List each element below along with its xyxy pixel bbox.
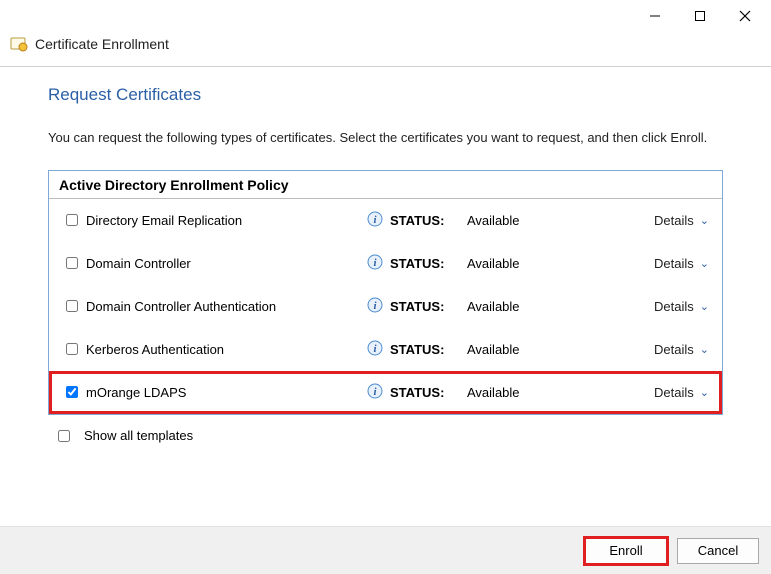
status-column: i STATUS: bbox=[366, 253, 461, 274]
enrollment-policy-box: Active Directory Enrollment Policy Direc… bbox=[48, 170, 723, 415]
cancel-button[interactable]: Cancel bbox=[677, 538, 759, 564]
chevron-down-icon: ⌄ bbox=[700, 257, 709, 270]
close-button[interactable] bbox=[722, 2, 767, 30]
details-label: Details bbox=[654, 213, 694, 228]
details-label: Details bbox=[654, 256, 694, 271]
certificate-name: Domain Controller bbox=[86, 256, 366, 271]
status-label: STATUS: bbox=[390, 342, 444, 357]
certificate-row[interactable]: Directory Email Replication i STATUS: Av… bbox=[49, 199, 722, 242]
details-toggle[interactable]: Details ⌄ bbox=[654, 299, 709, 314]
certificate-row[interactable]: Kerberos Authentication i STATUS: Availa… bbox=[49, 328, 722, 371]
minimize-button[interactable] bbox=[632, 2, 677, 30]
status-value: Available bbox=[461, 213, 654, 228]
details-label: Details bbox=[654, 385, 694, 400]
page-description: You can request the following types of c… bbox=[48, 129, 723, 148]
certificate-checkbox[interactable] bbox=[66, 257, 78, 269]
certificate-icon bbox=[10, 36, 28, 52]
page-title: Request Certificates bbox=[48, 85, 723, 105]
chevron-down-icon: ⌄ bbox=[700, 386, 709, 399]
details-label: Details bbox=[654, 299, 694, 314]
window-titlebar bbox=[0, 0, 771, 32]
info-icon: i bbox=[366, 339, 384, 360]
info-icon: i bbox=[366, 253, 384, 274]
status-column: i STATUS: bbox=[366, 382, 461, 403]
status-value: Available bbox=[461, 256, 654, 271]
details-toggle[interactable]: Details ⌄ bbox=[654, 256, 709, 271]
status-column: i STATUS: bbox=[366, 339, 461, 360]
status-label: STATUS: bbox=[390, 385, 444, 400]
status-value: Available bbox=[461, 299, 654, 314]
status-label: STATUS: bbox=[390, 213, 444, 228]
certificate-row[interactable]: Domain Controller i STATUS: Available De… bbox=[49, 242, 722, 285]
info-icon: i bbox=[366, 296, 384, 317]
info-icon: i bbox=[366, 382, 384, 403]
footer: Enroll Cancel bbox=[0, 526, 771, 574]
show-all-templates[interactable]: Show all templates bbox=[54, 427, 723, 445]
window-title: Certificate Enrollment bbox=[35, 36, 169, 52]
certificate-name: mOrange LDAPS bbox=[86, 385, 366, 400]
status-label: STATUS: bbox=[390, 256, 444, 271]
status-value: Available bbox=[461, 385, 654, 400]
policy-name: Active Directory Enrollment Policy bbox=[49, 171, 722, 199]
status-column: i STATUS: bbox=[366, 210, 461, 231]
details-toggle[interactable]: Details ⌄ bbox=[654, 385, 709, 400]
chevron-down-icon: ⌄ bbox=[700, 343, 709, 356]
certificate-row[interactable]: Domain Controller Authentication i STATU… bbox=[49, 285, 722, 328]
show-all-label: Show all templates bbox=[84, 428, 193, 443]
certificate-name: Directory Email Replication bbox=[86, 213, 366, 228]
details-toggle[interactable]: Details ⌄ bbox=[654, 342, 709, 357]
details-label: Details bbox=[654, 342, 694, 357]
maximize-button[interactable] bbox=[677, 2, 722, 30]
status-column: i STATUS: bbox=[366, 296, 461, 317]
status-label: STATUS: bbox=[390, 299, 444, 314]
chevron-down-icon: ⌄ bbox=[700, 214, 709, 227]
details-toggle[interactable]: Details ⌄ bbox=[654, 213, 709, 228]
certificate-checkbox[interactable] bbox=[66, 386, 78, 398]
chevron-down-icon: ⌄ bbox=[700, 300, 709, 313]
certificate-row[interactable]: mOrange LDAPS i STATUS: Available Detail… bbox=[49, 371, 722, 414]
certificate-name: Domain Controller Authentication bbox=[86, 299, 366, 314]
enroll-button[interactable]: Enroll bbox=[585, 538, 667, 564]
certificate-checkbox[interactable] bbox=[66, 343, 78, 355]
certificate-checkbox[interactable] bbox=[66, 214, 78, 226]
status-value: Available bbox=[461, 342, 654, 357]
show-all-checkbox[interactable] bbox=[58, 430, 70, 442]
header: Certificate Enrollment bbox=[0, 32, 771, 66]
certificate-checkbox[interactable] bbox=[66, 300, 78, 312]
info-icon: i bbox=[366, 210, 384, 231]
certificate-name: Kerberos Authentication bbox=[86, 342, 366, 357]
